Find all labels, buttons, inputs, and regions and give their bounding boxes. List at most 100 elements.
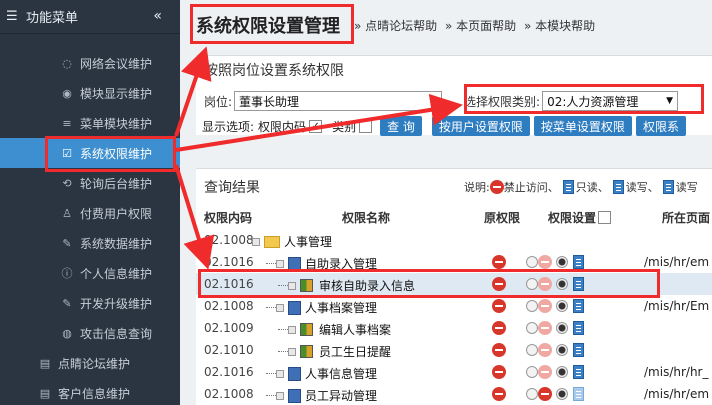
perm-code-checkbox[interactable]: ✓ bbox=[309, 119, 323, 133]
doc-icon: ▤ bbox=[39, 386, 51, 400]
sidebar-item-attack-query[interactable]: ◍ 攻击信息查询 bbox=[0, 318, 180, 348]
query-button[interactable]: 查 询 bbox=[380, 116, 422, 136]
breadcrumb: » 点晴论坛帮助 » 本页面帮助 » 本模块帮助 bbox=[350, 17, 595, 34]
annotation-perm-type-box bbox=[464, 84, 704, 114]
forbid-icon bbox=[538, 255, 552, 269]
forbid-icon bbox=[492, 365, 506, 379]
forbid-icon bbox=[492, 299, 506, 313]
list-icon: ≡ bbox=[62, 116, 72, 130]
radio-forbid[interactable] bbox=[526, 300, 538, 312]
page-icon bbox=[288, 366, 301, 381]
sidebar: ☰ 功能菜单 « ◌ 网络会议维护 ◉ 模块显示维护 ≡ 菜单模块维护 ☑ 系统权限维护… bbox=[0, 0, 180, 405]
sidebar-item-menu-module[interactable]: ≡ 菜单模块维护 bbox=[0, 108, 180, 138]
folder-icon bbox=[264, 235, 280, 248]
crumb-forum-help[interactable]: » 点晴论坛帮助 bbox=[354, 19, 437, 33]
radio-read[interactable] bbox=[556, 300, 568, 312]
sidebar-item-system-data[interactable]: ✎ 系统数据维护 bbox=[0, 228, 180, 258]
globe-icon: ◍ bbox=[62, 326, 72, 340]
tree-toggle-icon[interactable] bbox=[276, 369, 284, 378]
tree-toggle-icon[interactable] bbox=[276, 391, 284, 400]
sidebar-item-meeting[interactable]: ◌ 网络会议维护 bbox=[0, 48, 180, 78]
sidebar-item-personal-info[interactable]: ⓘ 个人信息维护 bbox=[0, 258, 180, 288]
radio-read[interactable] bbox=[556, 366, 568, 378]
doc-icon bbox=[573, 299, 584, 313]
readwrite-icon bbox=[612, 180, 624, 194]
sidebar-item-paid-user[interactable]: ♙ 付费用户权限 bbox=[0, 198, 180, 228]
display-options-label: 显示选项: bbox=[202, 119, 255, 134]
radio-forbid[interactable] bbox=[526, 388, 538, 400]
forbid-icon bbox=[538, 365, 552, 379]
sidebar-title: 功能菜单 bbox=[26, 11, 79, 26]
annotation-title-box bbox=[190, 4, 354, 44]
tree-toggle-icon[interactable] bbox=[252, 237, 260, 246]
radio-read[interactable] bbox=[556, 388, 568, 400]
tree-node-icon bbox=[288, 325, 296, 334]
sidebar-item-module-display[interactable]: ◉ 模块显示维护 bbox=[0, 78, 180, 108]
forbid-icon bbox=[492, 321, 506, 335]
col-perm-code: 权限内码 bbox=[204, 211, 253, 225]
grid-icon bbox=[300, 323, 313, 336]
tree-toggle-icon[interactable] bbox=[276, 303, 284, 312]
radio-read[interactable] bbox=[556, 256, 568, 268]
chat-icon: ◌ bbox=[62, 56, 72, 70]
category-checkbox[interactable] bbox=[359, 119, 373, 133]
radio-forbid[interactable] bbox=[526, 322, 538, 334]
table-row[interactable]: 02.1008 员工异动管理 /mis/hr/em bbox=[196, 383, 712, 405]
doc-icon bbox=[573, 321, 584, 335]
forbid-icon bbox=[492, 255, 506, 269]
select-all-checkbox[interactable] bbox=[598, 211, 612, 224]
collapse-icon[interactable]: « bbox=[153, 8, 162, 24]
tree-node-icon bbox=[288, 347, 296, 356]
annotation-row-box bbox=[198, 269, 660, 298]
by-menu-button[interactable]: 按菜单设置权限 bbox=[533, 116, 632, 136]
radio-forbid[interactable] bbox=[526, 256, 538, 268]
crumb-page-help[interactable]: » 本页面帮助 bbox=[445, 19, 516, 33]
forbid-icon bbox=[538, 299, 552, 313]
readwrite-full-icon bbox=[662, 180, 674, 194]
annotation-sidebar-box bbox=[45, 136, 176, 172]
main-content: 系统权限设置管理 » 点晴论坛帮助 » 本页面帮助 » 本模块帮助 按照岗位设置… bbox=[180, 0, 712, 405]
sidebar-item-dev-upgrade[interactable]: ✎ 开发升级维护 bbox=[0, 288, 180, 318]
user-icon: ♙ bbox=[62, 206, 72, 220]
page-icon bbox=[288, 300, 301, 315]
doc-icon bbox=[573, 255, 584, 269]
permission-button[interactable]: 权限系 bbox=[635, 116, 686, 136]
post-select[interactable]: 董事长助理 ▼ bbox=[234, 91, 443, 111]
sidebar-item-customer[interactable]: ▤ 客户信息维护 bbox=[0, 378, 180, 405]
tree-toggle-icon[interactable] bbox=[276, 259, 284, 268]
forbid-icon bbox=[489, 180, 504, 194]
options-row: 显示选项: 权限内码 ✓ 类别 查 询 按用户设置权限 按菜单设置权限 权限系 bbox=[202, 115, 712, 137]
radio-forbid[interactable] bbox=[526, 366, 538, 378]
table-row[interactable]: 02.1016 人事信息管理 /mis/hr/hr_ bbox=[196, 361, 712, 383]
forbid-icon bbox=[538, 387, 552, 401]
doc-icon: ▤ bbox=[39, 356, 51, 370]
doc-icon bbox=[573, 387, 584, 401]
radio-read[interactable] bbox=[556, 344, 568, 356]
table-row[interactable]: 02.1009 编辑人事档案 bbox=[196, 317, 712, 339]
forbid-icon bbox=[538, 321, 552, 335]
sidebar-item-polling[interactable]: ⟲ 轮询后台维护 bbox=[0, 168, 180, 198]
doc-icon bbox=[573, 365, 584, 379]
wrench-icon: ✎ bbox=[62, 236, 72, 250]
sidebar-item-partial[interactable] bbox=[0, 34, 180, 48]
grid-icon bbox=[300, 345, 313, 358]
crumb-module-help[interactable]: » 本模块帮助 bbox=[524, 19, 595, 33]
perm-code-option-label: 权限内码 bbox=[258, 119, 307, 134]
radio-forbid[interactable] bbox=[526, 344, 538, 356]
radio-read[interactable] bbox=[556, 322, 568, 334]
col-perm-set: 权限设置 bbox=[548, 209, 615, 226]
chevron-down-icon: ▼ bbox=[430, 96, 438, 106]
table-row[interactable]: 02.1010 员工生日提醒 bbox=[196, 339, 712, 361]
table-row[interactable]: 02.1008 人事管理 bbox=[196, 229, 712, 251]
wrench-icon: ✎ bbox=[62, 296, 72, 310]
doc-icon bbox=[573, 343, 584, 357]
col-perm-name: 权限名称 bbox=[342, 211, 391, 225]
by-user-button[interactable]: 按用户设置权限 bbox=[431, 116, 530, 136]
legend: 说明: 禁止访问、 只读、 读写、 读写 bbox=[464, 180, 698, 194]
category-option-label: 类别 bbox=[332, 119, 357, 134]
forbid-icon bbox=[492, 343, 506, 357]
sidebar-item-forum[interactable]: ▤ 点睛论坛维护 bbox=[0, 348, 180, 378]
table-row[interactable]: 02.1008 人事档案管理 /mis/hr/Em bbox=[196, 295, 712, 317]
refresh-icon: ⟲ bbox=[62, 176, 72, 190]
readonly-icon bbox=[562, 180, 574, 194]
